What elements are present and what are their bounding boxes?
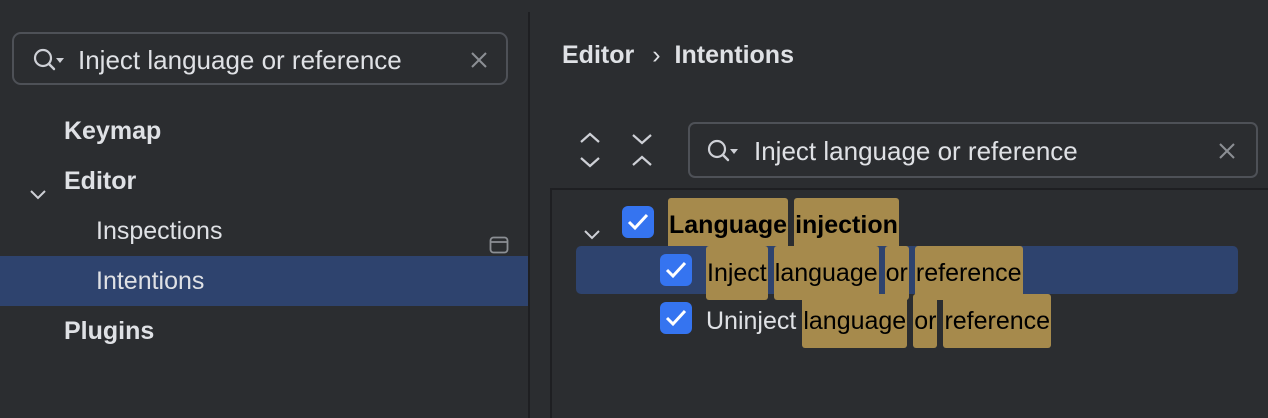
settings-sidebar: Inject language or reference Keymap Edit… — [0, 0, 528, 418]
close-icon[interactable] — [1218, 142, 1236, 160]
label-word: or — [913, 294, 938, 348]
group-checkbox[interactable] — [622, 206, 654, 238]
breadcrumb-parent[interactable]: Editor — [562, 41, 634, 69]
breadcrumb-separator: › — [652, 40, 661, 69]
sidebar-item-keymap[interactable]: Keymap — [0, 106, 528, 156]
search-icon[interactable] — [706, 139, 740, 163]
item-label: Uninject language or reference — [706, 294, 1057, 348]
sidebar-item-label: Editor — [64, 167, 137, 195]
settings-search-input[interactable]: Inject language or reference — [78, 45, 402, 76]
intention-item-row[interactable]: Uninject language or reference — [576, 294, 1238, 348]
label-word: language — [773, 246, 879, 300]
item-checkbox[interactable] — [660, 254, 692, 286]
sidebar-item-editor[interactable]: Editor — [0, 156, 528, 206]
search-icon[interactable] — [32, 48, 66, 72]
intention-item-row[interactable]: Inject language or reference — [576, 246, 1238, 300]
sidebar-item-inspections[interactable]: Inspections — [0, 206, 528, 256]
collapse-all-icon — [622, 134, 662, 174]
label-word: reference — [943, 294, 1052, 348]
breadcrumb: Editor › Intentions — [562, 40, 794, 74]
sidebar-item-label: Keymap — [64, 117, 162, 145]
item-label: Inject language or reference — [706, 246, 1029, 300]
label-word: Uninject — [706, 307, 797, 335]
sidebar-item-label: Inspections — [96, 217, 223, 245]
label-word: reference — [914, 246, 1023, 300]
label-word: injection — [794, 198, 899, 252]
breadcrumb-current: Intentions — [674, 40, 794, 69]
sidebar-item-label: Intentions — [96, 267, 205, 295]
expand-all-button[interactable] — [570, 130, 610, 170]
label-word: Language — [668, 198, 789, 252]
group-label: Language injection — [668, 198, 905, 252]
intentions-page: Editor › Intentions Inject language or r… — [530, 0, 1268, 418]
sidebar-item-plugins[interactable]: Plugins — [0, 306, 528, 356]
settings-dialog: Inject language or reference Keymap Edit… — [0, 0, 1268, 418]
expand-all-icon — [570, 132, 610, 174]
label-word: or — [884, 246, 909, 300]
close-icon[interactable] — [470, 51, 488, 69]
settings-search-field[interactable]: Inject language or reference — [12, 32, 508, 85]
intention-group-row[interactable]: Language injection — [570, 198, 1250, 252]
item-checkbox[interactable] — [660, 302, 692, 334]
label-word: language — [802, 294, 908, 348]
label-word: Inject — [706, 246, 768, 300]
intentions-filter-input[interactable]: Inject language or reference — [754, 136, 1078, 167]
intentions-filter-field[interactable]: Inject language or reference — [688, 122, 1258, 178]
sidebar-item-intentions[interactable]: Intentions — [0, 256, 528, 306]
collapse-all-button[interactable] — [622, 130, 662, 170]
sidebar-item-label: Plugins — [64, 317, 155, 345]
